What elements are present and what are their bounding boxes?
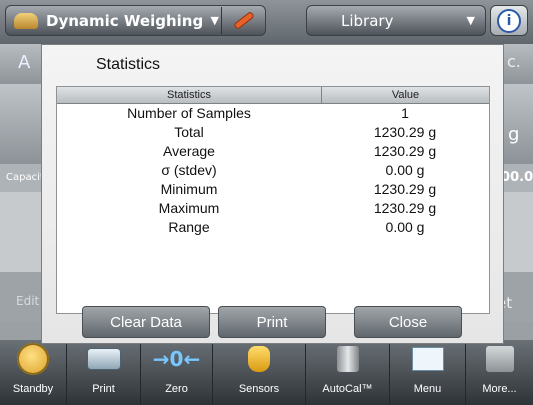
weight-unit: g <box>508 124 520 145</box>
printer-icon <box>86 348 121 370</box>
table-row: Average 1230.29 g <box>57 142 489 161</box>
table-row: Total 1230.29 g <box>57 123 489 142</box>
dialog-title: Statistics <box>96 56 161 73</box>
capacity-label: Capacit <box>6 172 44 183</box>
stat-name: Total <box>174 124 204 140</box>
application-trailing: c. <box>507 52 521 71</box>
stat-name: Range <box>168 219 210 235</box>
table-header: Statistics Value <box>57 87 489 104</box>
more-icon <box>485 346 514 372</box>
stat-value: 0.00 g <box>385 219 425 235</box>
library-selector[interactable]: Library ▼ <box>306 5 486 36</box>
mode-label: Dynamic Weighing <box>46 11 204 30</box>
settings-button[interactable] <box>221 7 266 34</box>
stat-name: σ (stdev) <box>161 162 217 178</box>
zero-button[interactable]: →0← Zero <box>141 340 213 405</box>
menu-button[interactable]: Menu <box>390 340 466 405</box>
more-button[interactable]: More... <box>466 340 533 405</box>
stat-name: Minimum <box>160 181 218 197</box>
more-label: More... <box>482 383 517 395</box>
table-row: Minimum 1230.29 g <box>57 180 489 199</box>
menu-icon <box>411 347 444 371</box>
hand-sensor-icon <box>248 346 270 372</box>
stat-name: Number of Samples <box>127 105 251 121</box>
table-row: Maximum 1230.29 g <box>57 199 489 218</box>
sensors-label: Sensors <box>238 383 280 395</box>
statistics-table: Statistics Value Number of Samples 1 Tot… <box>56 86 490 314</box>
mode-selector[interactable]: Dynamic Weighing ▼ <box>5 5 266 36</box>
zero-label: Zero <box>165 383 188 395</box>
stat-value: 0.00 g <box>385 162 425 178</box>
stat-value: 1230.29 g <box>373 124 437 140</box>
table-row: Range 0.00 g <box>57 218 489 237</box>
stat-value: 1230.29 g <box>373 143 437 159</box>
stat-value: 1230.29 g <box>373 200 437 216</box>
close-button[interactable]: Close <box>354 306 462 338</box>
clear-data-button[interactable]: Clear Data <box>82 306 210 338</box>
standby-label: Standby <box>12 383 54 395</box>
info-button[interactable]: i <box>490 5 528 36</box>
table-row: Number of Samples 1 <box>57 104 489 123</box>
zero-icon: →0← <box>152 347 201 371</box>
dynamic-weighing-icon <box>14 12 38 29</box>
menu-label: Menu <box>413 383 442 395</box>
chevron-down-icon: ▼ <box>466 14 475 27</box>
bottom-toolbar: Standby Print →0← Zero Sensors AutoCal™ … <box>0 340 533 405</box>
stat-name: Maximum <box>158 200 220 216</box>
calibration-weight-icon <box>336 346 359 372</box>
print-label: Print <box>92 383 115 395</box>
statistics-dialog: Statistics Statistics Value Number of Sa… <box>41 44 504 344</box>
top-bar: Dynamic Weighing ▼ Library ▼ i <box>0 0 533 44</box>
stat-value: 1230.29 g <box>373 181 437 197</box>
wrench-icon <box>233 10 255 31</box>
application-label: A <box>18 52 31 73</box>
sensors-button[interactable]: Sensors <box>213 340 306 405</box>
stat-name: Average <box>163 143 215 159</box>
info-icon: i <box>497 8 521 33</box>
autocal-label: AutoCal™ <box>322 383 373 395</box>
stat-value: 1 <box>401 105 409 121</box>
table-row: σ (stdev) 0.00 g <box>57 161 489 180</box>
print-button[interactable]: Print <box>67 340 141 405</box>
chevron-down-icon: ▼ <box>210 14 219 27</box>
column-header-value: Value <box>391 89 420 101</box>
autocal-button[interactable]: AutoCal™ <box>306 340 390 405</box>
standby-icon <box>17 343 49 375</box>
library-label: Library <box>341 11 394 30</box>
standby-button[interactable]: Standby <box>0 340 67 405</box>
column-header-statistics: Statistics <box>57 87 322 103</box>
print-button[interactable]: Print <box>218 306 326 338</box>
